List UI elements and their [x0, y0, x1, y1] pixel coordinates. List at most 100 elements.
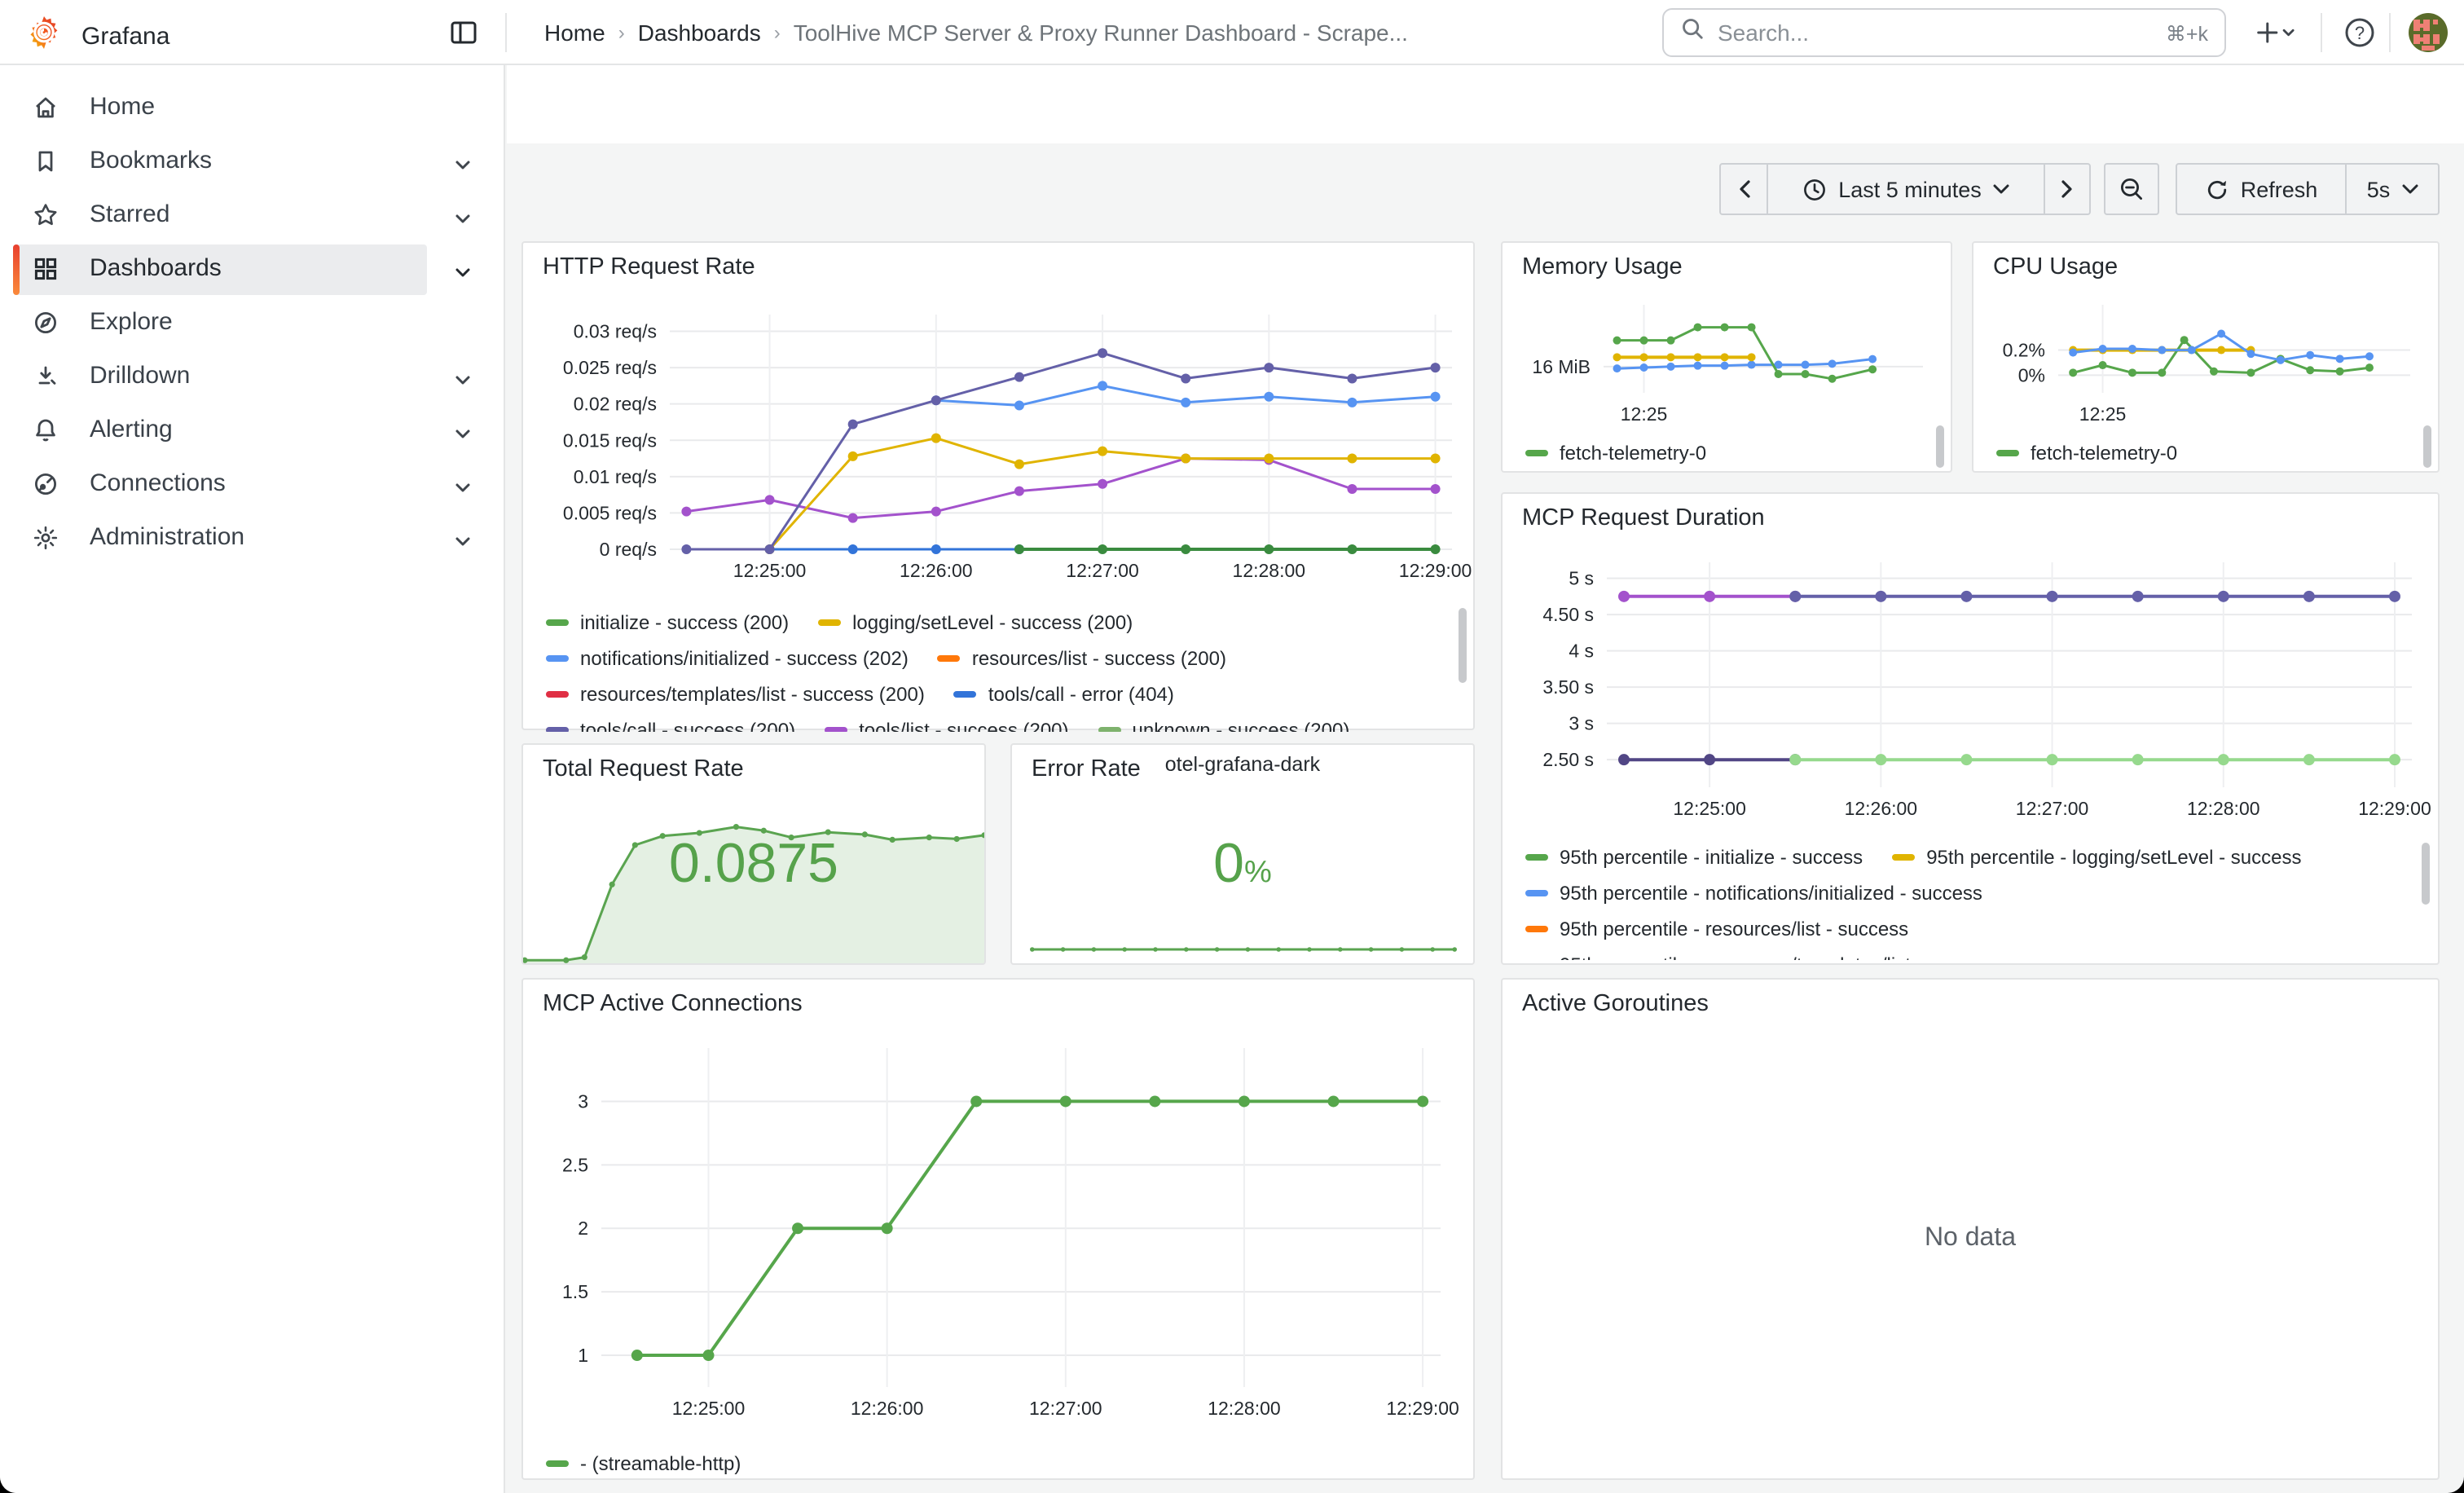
sidebar-item-home[interactable]: Home	[0, 81, 505, 135]
svg-text:12:26:00: 12:26:00	[851, 1398, 924, 1419]
clock-icon	[1802, 177, 1827, 201]
home-icon	[33, 95, 59, 121]
grafana-app: Grafana Home › Dashboards › ToolHive MCP…	[0, 0, 2464, 1493]
chevron-down-icon[interactable]	[453, 422, 473, 442]
panel-error-rate: Error Rate otel-grafana-dark 0%	[1010, 743, 1475, 965]
panel-title[interactable]: Memory Usage	[1522, 254, 1683, 280]
legend-item[interactable]: tools/call - success (200)	[546, 712, 795, 732]
svg-text:12:29:00: 12:29:00	[2358, 798, 2431, 819]
legend-color-dash	[546, 1460, 569, 1467]
sidebar-item-dashboards[interactable]: Dashboards	[0, 243, 505, 297]
panel-title[interactable]: HTTP Request Rate	[543, 254, 755, 280]
panel-title[interactable]: Total Request Rate	[543, 756, 744, 782]
compass-icon	[33, 310, 59, 336]
time-shift-back-button[interactable]	[1721, 165, 1767, 214]
refresh-button[interactable]: Refresh	[2177, 165, 2345, 214]
datasource-overlay-label: otel-grafana-dark	[1012, 753, 1473, 776]
add-menu-button[interactable]	[2255, 13, 2295, 52]
legend-scrollbar[interactable]	[2423, 425, 2431, 468]
svg-text:12:25:00: 12:25:00	[1673, 798, 1746, 819]
legend-item[interactable]: - (streamable-http)	[546, 1446, 741, 1482]
avatar[interactable]	[2409, 13, 2448, 52]
breadcrumb-home[interactable]: Home	[544, 20, 605, 46]
legend-item[interactable]: 95th percentile - logging/setLevel - suc…	[1892, 839, 2301, 875]
chevron-down-icon[interactable]	[453, 261, 473, 280]
time-shift-forward-button[interactable]	[2044, 165, 2089, 214]
grafana-logo-icon	[26, 15, 62, 59]
legend-item[interactable]: initialize - success (200)	[546, 605, 789, 641]
plug-icon	[33, 471, 59, 497]
chevron-down-icon[interactable]	[453, 476, 473, 495]
legend-item[interactable]: unknown - success (200)	[1098, 712, 1350, 732]
svg-text:12:26:00: 12:26:00	[900, 560, 973, 581]
http-request-rate-chart[interactable]: 0 req/s0.005 req/s0.01 req/s0.015 req/s0…	[530, 302, 1468, 592]
sidebar-item-drilldown[interactable]: Drilldown	[0, 350, 505, 404]
svg-text:4 s: 4 s	[1569, 641, 1594, 662]
chevron-down-icon[interactable]	[453, 207, 473, 227]
legend-scrollbar[interactable]	[1459, 608, 1467, 683]
sidebar-item-administration[interactable]: Administration	[0, 512, 505, 566]
sidebar-item-starred[interactable]: Starred	[0, 189, 505, 243]
panel-title[interactable]: Active Goroutines	[1522, 991, 1709, 1017]
legend-scrollbar[interactable]	[2422, 843, 2430, 905]
legend-label: - (streamable-http)	[580, 1452, 741, 1475]
breadcrumb-dashboards[interactable]: Dashboards	[638, 20, 761, 46]
error-rate-sparkline[interactable]	[1014, 934, 1473, 960]
legend-item[interactable]: resources/templates/list - success (200)	[546, 676, 925, 712]
mcp-active-connections-chart[interactable]: 11.522.5312:25:0012:26:0012:27:0012:28:0…	[536, 1032, 1457, 1442]
bell-icon	[33, 417, 59, 443]
sidebar-item-label: Alerting	[90, 416, 173, 443]
refresh-group: Refresh 5s	[2176, 163, 2440, 215]
legend-item[interactable]: resources/list - success (200)	[938, 641, 1226, 676]
legend-item[interactable]: 95th percentile - initialize - success	[1525, 839, 1863, 875]
bookmark-icon	[33, 148, 59, 174]
sidebar-item-connections[interactable]: Connections	[0, 458, 505, 512]
refresh-interval-picker[interactable]: 5s	[2345, 165, 2438, 214]
legend-color-dash	[1525, 926, 1548, 932]
star-icon	[33, 202, 59, 228]
legend-item[interactable]: fetch-telemetry-0	[1525, 435, 1706, 471]
cpu-usage-chart[interactable]: 0.2%0%12:25	[1983, 292, 2427, 429]
sidebar-item-alerting[interactable]: Alerting	[0, 404, 505, 458]
memory-usage-chart[interactable]: 16 MiB12:25	[1512, 292, 1939, 429]
svg-text:12:28:00: 12:28:00	[1233, 560, 1306, 581]
legend-item[interactable]: tools/list - success (200)	[825, 712, 1068, 732]
sidebar-item-bookmarks[interactable]: Bookmarks	[0, 135, 505, 189]
legend-item[interactable]: 95th percentile - resources/templates/li…	[1525, 947, 1999, 960]
legend-label: initialize - success (200)	[580, 611, 789, 634]
chevron-down-icon[interactable]	[453, 368, 473, 388]
brand[interactable]: Grafana	[26, 15, 169, 59]
svg-text:0.02 req/s: 0.02 req/s	[574, 394, 657, 415]
legend-color-dash	[1525, 890, 1548, 896]
collapse-sidebar-icon[interactable]	[443, 13, 482, 52]
sidebar-item-label: Home	[90, 93, 155, 121]
search-shortcut: ⌘+k	[2166, 20, 2208, 45]
svg-text:12:25: 12:25	[1621, 403, 1668, 425]
legend-item[interactable]: logging/setLevel - success (200)	[818, 605, 1133, 641]
chevron-down-icon[interactable]	[453, 153, 473, 173]
chevron-down-icon[interactable]	[453, 530, 473, 549]
panel-title[interactable]: CPU Usage	[1993, 254, 2118, 280]
zoom-out-button[interactable]	[2104, 163, 2159, 215]
duration-legend: 95th percentile - initialize - success 9…	[1525, 839, 2405, 960]
legend-item[interactable]: 95th percentile - notifications/initiali…	[1525, 875, 1982, 911]
panel-title[interactable]: MCP Active Connections	[543, 991, 803, 1017]
search-input[interactable]: Search... ⌘+k	[1662, 8, 2226, 57]
legend-scrollbar[interactable]	[1936, 425, 1944, 468]
svg-text:0.03 req/s: 0.03 req/s	[574, 321, 657, 342]
sidebar-item-label: Bookmarks	[90, 147, 212, 174]
sidebar-item-explore[interactable]: Explore	[0, 297, 505, 350]
legend-item[interactable]: notifications/initialized - success (202…	[546, 641, 909, 676]
help-icon[interactable]: ?	[2340, 13, 2379, 52]
legend-item[interactable]: fetch-telemetry-0	[1996, 435, 2177, 471]
svg-text:1.5: 1.5	[562, 1281, 588, 1302]
time-range-picker[interactable]: Last 5 minutes	[1767, 165, 2044, 214]
panel-title[interactable]: MCP Request Duration	[1522, 505, 1765, 531]
dashboards-icon	[33, 256, 59, 282]
svg-text:5 s: 5 s	[1569, 568, 1594, 589]
svg-text:?: ?	[2355, 23, 2365, 43]
legend-item[interactable]: 95th percentile - resources/list - succe…	[1525, 911, 1908, 947]
mcp-request-duration-chart[interactable]: 2.50 s3 s3.50 s4 s4.50 s5 s12:25:0012:26…	[1516, 546, 2428, 833]
legend-item[interactable]: tools/call - error (404)	[954, 676, 1174, 712]
cpu-legend: fetch-telemetry-0	[1996, 435, 2404, 474]
